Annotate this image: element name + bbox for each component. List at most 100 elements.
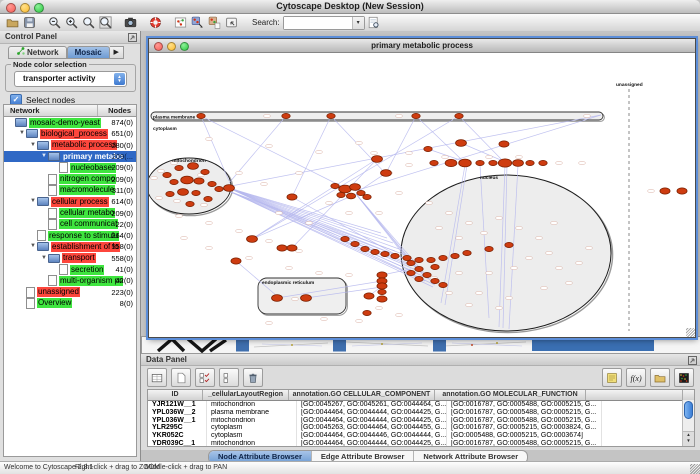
network-edge[interactable] xyxy=(229,188,423,273)
network-node[interactable] xyxy=(505,242,513,247)
table-scrollbar[interactable]: ▲▼ xyxy=(682,400,694,446)
network-node[interactable] xyxy=(337,192,345,197)
network-node[interactable] xyxy=(215,186,223,191)
network-node[interactable] xyxy=(499,141,509,147)
network-node[interactable] xyxy=(415,266,423,271)
network-node[interactable] xyxy=(163,172,171,177)
network-node[interactable] xyxy=(498,159,511,167)
expand-arrow-icon[interactable]: ▼ xyxy=(40,151,48,162)
search-config-icon[interactable] xyxy=(365,15,382,30)
network-node[interactable] xyxy=(377,283,387,289)
network-node[interactable] xyxy=(381,251,389,256)
network-node[interactable] xyxy=(331,183,339,188)
tree-row[interactable]: ▼biological_process651(0) xyxy=(4,128,136,139)
filters-icon[interactable] xyxy=(206,15,223,30)
network-node[interactable] xyxy=(272,295,283,302)
network-node[interactable] xyxy=(350,184,361,191)
network-node[interactable] xyxy=(378,289,386,294)
network-node[interactable] xyxy=(431,278,439,283)
network-node[interactable] xyxy=(415,257,423,262)
network-node[interactable] xyxy=(287,194,297,200)
table-row[interactable]: YDR039C__1mitochondrion[GO:0044464, GO:0… xyxy=(148,440,694,447)
expand-arrow-icon[interactable]: ▼ xyxy=(18,128,26,139)
network-node[interactable] xyxy=(166,191,174,196)
help-icon[interactable] xyxy=(147,15,164,30)
zoom-button[interactable] xyxy=(34,3,44,13)
tree-row[interactable]: mosaic-demo-yeast874(0) xyxy=(4,117,136,128)
network-node[interactable] xyxy=(439,282,447,287)
plasma-membrane[interactable] xyxy=(151,112,603,120)
expand-arrow-icon[interactable]: ▼ xyxy=(40,253,48,264)
unselect-attributes-icon[interactable] xyxy=(219,368,239,387)
network-edge[interactable] xyxy=(292,116,331,197)
tree-row[interactable]: cell communicat22(0) xyxy=(4,219,136,230)
attribute-matrix-icon[interactable] xyxy=(674,368,694,387)
network-node[interactable] xyxy=(372,156,383,163)
network-node[interactable] xyxy=(377,272,387,278)
zoom-fit-icon[interactable] xyxy=(97,15,114,30)
tree-row[interactable]: ▼transport558(0) xyxy=(4,253,136,264)
network-node[interactable] xyxy=(341,236,349,241)
network-node[interactable] xyxy=(277,245,287,251)
network-node[interactable] xyxy=(489,160,497,165)
tree-column-nodes[interactable]: Nodes xyxy=(108,106,131,115)
tree-row[interactable]: ▼establishment of lo558(0) xyxy=(4,241,136,252)
network-node[interactable] xyxy=(381,170,392,177)
table-column-header[interactable]: annotation.GO CELLULAR_COMPONENT xyxy=(289,390,435,400)
expand-arrow-icon[interactable]: ▼ xyxy=(29,196,37,207)
tab-mosaic[interactable]: Mosaic xyxy=(67,46,110,59)
network-node[interactable] xyxy=(660,188,670,194)
network-edge[interactable] xyxy=(231,192,395,251)
tab-scroll-right-icon[interactable]: ▶ xyxy=(110,46,124,59)
float-panel-icon[interactable] xyxy=(128,33,137,42)
network-node[interactable] xyxy=(415,276,423,281)
network-window-resize-grip[interactable] xyxy=(686,328,695,337)
tree-row[interactable]: secretion41(0) xyxy=(4,264,136,275)
tree-row[interactable]: nitrogen compo209(0) xyxy=(4,173,136,184)
vizmapper-icon[interactable] xyxy=(189,15,206,30)
network-node[interactable] xyxy=(363,194,371,199)
network-node[interactable] xyxy=(463,250,471,255)
network-node[interactable] xyxy=(327,113,335,118)
tree-row[interactable]: macromolecule311(0) xyxy=(4,185,136,196)
network-node[interactable] xyxy=(364,293,374,299)
tree-row[interactable]: Overview8(0) xyxy=(4,298,136,309)
tree-row[interactable]: response to stimulu264(0) xyxy=(4,230,136,241)
network-node[interactable] xyxy=(526,160,534,165)
annotation-list-icon[interactable] xyxy=(602,368,622,387)
network-node[interactable] xyxy=(282,113,290,118)
network-node[interactable] xyxy=(204,196,212,201)
network-node[interactable] xyxy=(407,270,415,275)
network-node[interactable] xyxy=(407,260,415,265)
network-node[interactable] xyxy=(351,241,359,246)
table-row[interactable]: YLR295Ccytoplasm[GO:0045263, GO:0044464,… xyxy=(148,424,694,432)
network-node[interactable] xyxy=(412,113,420,118)
network-window-titlebar[interactable]: primary metabolic process xyxy=(149,39,695,53)
network-node[interactable] xyxy=(456,140,467,147)
scrollbar-arrows-icon[interactable]: ▲▼ xyxy=(683,431,694,446)
table-row[interactable]: YKR052Ccytoplasm[GO:0044464, GO:0044446,… xyxy=(148,432,694,440)
tree-row[interactable]: unassigned223(0) xyxy=(4,286,136,297)
table-column-header[interactable]: annotation.GO MOLECULAR_FUNCTION xyxy=(435,390,586,400)
network-node[interactable] xyxy=(455,113,463,118)
tree-row[interactable]: ▼metabolic process280(0) xyxy=(4,140,136,151)
scrollbar-thumb[interactable] xyxy=(684,401,693,419)
new-attribute-icon[interactable] xyxy=(171,368,191,387)
network-node[interactable] xyxy=(427,257,435,262)
network-node[interactable] xyxy=(197,113,205,118)
network-node[interactable] xyxy=(371,249,379,254)
expand-arrow-icon[interactable]: ▼ xyxy=(29,140,37,151)
network-node[interactable] xyxy=(186,201,194,206)
table-row[interactable]: YJR121W__1mitochondrion[GO:0045267, GO:0… xyxy=(148,401,694,409)
snapshot-icon[interactable] xyxy=(122,15,139,30)
close-button[interactable] xyxy=(6,3,16,13)
network-node[interactable] xyxy=(403,255,411,260)
network-node[interactable] xyxy=(451,253,459,258)
delete-attribute-icon[interactable] xyxy=(243,368,263,387)
search-dropdown-icon[interactable]: ▾ xyxy=(352,17,364,29)
network-node[interactable] xyxy=(178,189,189,196)
network-node[interactable] xyxy=(361,246,369,251)
network-node[interactable] xyxy=(247,236,258,243)
network-node[interactable] xyxy=(301,295,312,302)
network-node[interactable] xyxy=(513,160,524,167)
